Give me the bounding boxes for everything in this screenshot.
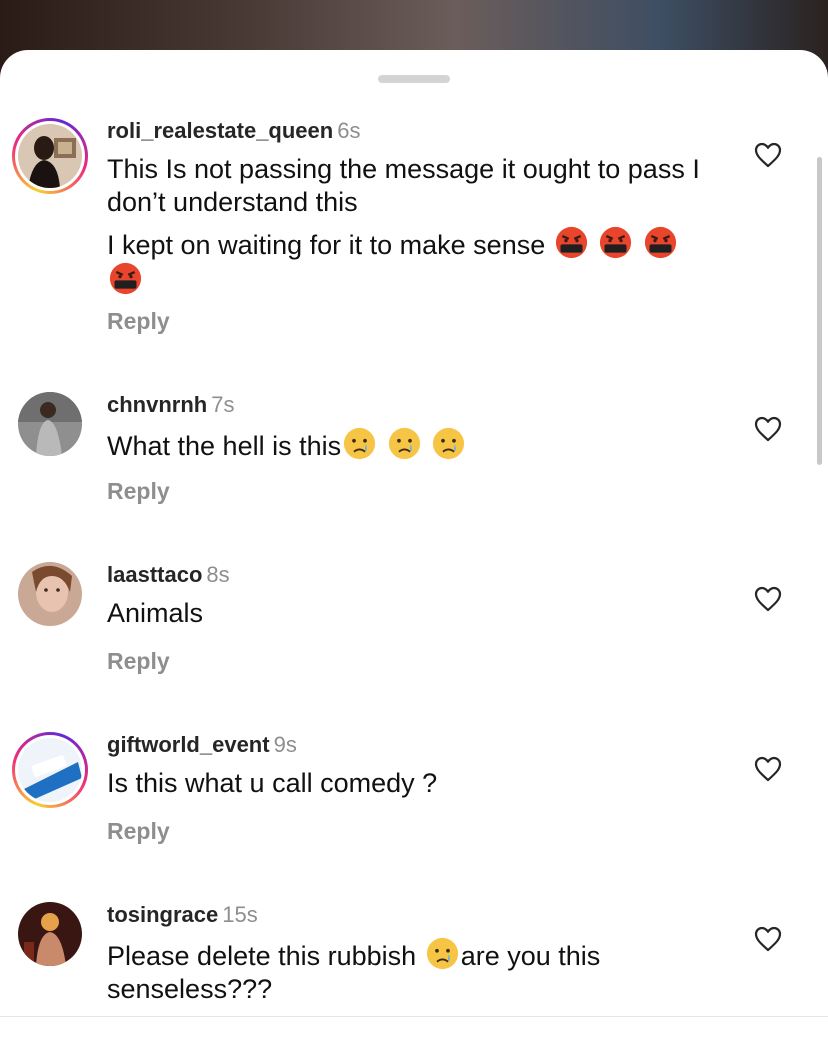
comment-text: Animals xyxy=(107,597,717,630)
comments-sheet: roli_realestate_queen 6s This Is not pass… xyxy=(0,50,828,1044)
crying-face-emoji-icon xyxy=(344,427,376,460)
comment-meta: roli_realestate_queen 6s xyxy=(107,118,360,144)
comment-line: I kept on waiting for it to make sense xyxy=(107,226,717,298)
crying-face-emoji-icon xyxy=(426,937,458,970)
scrollbar[interactable] xyxy=(817,157,822,465)
comment-line: What the hell is this xyxy=(107,427,717,463)
avatar xyxy=(18,392,82,456)
username[interactable]: laasttaco xyxy=(107,562,202,587)
username[interactable]: roli_realestate_queen xyxy=(107,118,333,143)
avatar xyxy=(18,902,82,966)
timestamp: 7s xyxy=(211,392,235,417)
heart-outline-icon[interactable] xyxy=(754,926,782,952)
timestamp: 9s xyxy=(273,732,297,757)
avatar xyxy=(18,562,82,626)
comment-line-text: What the hell is this xyxy=(107,431,342,461)
avatar-wrap[interactable] xyxy=(12,386,88,462)
heart-outline-icon[interactable] xyxy=(754,756,782,782)
comment-text: Is this what u call comedy ? xyxy=(107,767,717,800)
comment-line-text: Please delete this rubbish xyxy=(107,941,417,971)
timestamp: 6s xyxy=(337,118,361,143)
comment-meta: giftworld_event 9s xyxy=(107,732,297,758)
avatar-wrap[interactable] xyxy=(12,896,88,972)
crying-face-emoji-icon xyxy=(388,427,420,460)
reply-button[interactable]: Reply xyxy=(107,307,170,335)
comment-line: Please delete this rubbish are you this … xyxy=(107,937,717,1006)
username[interactable]: tosingrace xyxy=(107,902,218,927)
angry-symbols-emoji-icon xyxy=(600,226,632,259)
comment-text: Please delete this rubbish are you this … xyxy=(107,937,717,1006)
timestamp: 8s xyxy=(206,562,230,587)
comment-meta: chnvnrnh 7s xyxy=(107,392,234,418)
comment-line-text: I kept on waiting for it to make sense xyxy=(107,230,546,260)
heart-outline-icon[interactable] xyxy=(754,416,782,442)
comment-line: This Is not passing the message it ought… xyxy=(107,154,700,217)
heart-outline-icon[interactable] xyxy=(754,142,782,168)
angry-symbols-emoji-icon xyxy=(109,262,142,295)
avatar xyxy=(18,738,82,802)
comment-text: This Is not passing the message it ought… xyxy=(107,153,717,298)
avatar xyxy=(18,124,82,188)
username[interactable]: giftworld_event xyxy=(107,732,270,757)
comment-line: Is this what u call comedy ? xyxy=(107,768,438,798)
username[interactable]: chnvnrnh xyxy=(107,392,207,417)
comment-line: Animals xyxy=(107,598,204,628)
avatar-story-ring[interactable] xyxy=(12,732,88,808)
reply-button[interactable]: Reply xyxy=(107,647,170,675)
avatar-story-ring[interactable] xyxy=(12,118,88,194)
comment-meta: tosingrace 15s xyxy=(107,902,258,928)
divider xyxy=(0,1016,828,1017)
heart-outline-icon[interactable] xyxy=(754,586,782,612)
timestamp: 15s xyxy=(222,902,258,927)
avatar-wrap[interactable] xyxy=(12,556,88,632)
crying-face-emoji-icon xyxy=(433,427,465,460)
comment-meta: laasttaco 8s xyxy=(107,562,230,588)
comment-text: What the hell is this xyxy=(107,427,717,463)
angry-symbols-emoji-icon xyxy=(644,226,676,259)
angry-symbols-emoji-icon xyxy=(555,226,587,259)
reply-button[interactable]: Reply xyxy=(107,817,170,845)
reply-button[interactable]: Reply xyxy=(107,477,170,505)
sheet-grabber[interactable] xyxy=(378,75,450,83)
